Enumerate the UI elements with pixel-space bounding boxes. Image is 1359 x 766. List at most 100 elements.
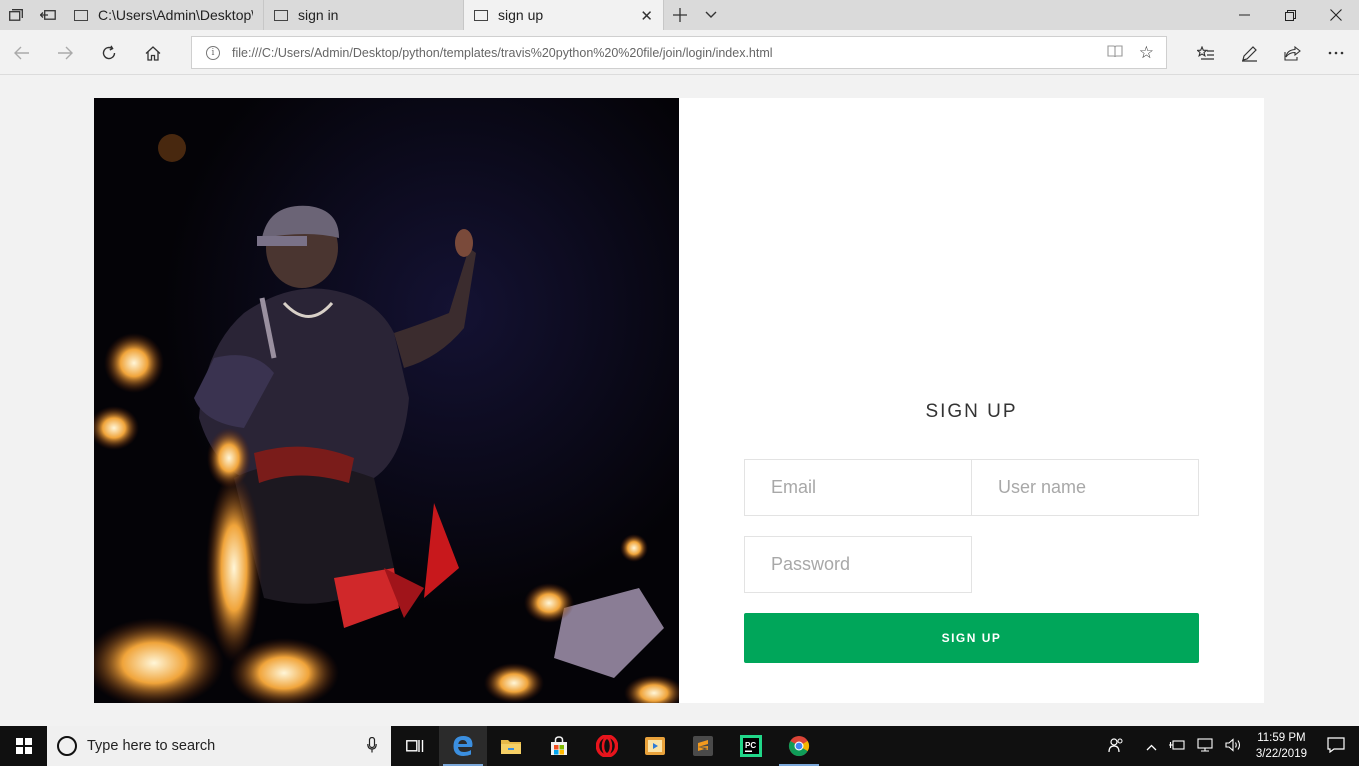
close-window-button[interactable]: [1313, 0, 1359, 30]
minimize-icon: [1238, 14, 1250, 16]
search-placeholder: Type here to search: [87, 738, 216, 754]
back-button[interactable]: [8, 39, 36, 67]
task-view-button[interactable]: [391, 726, 439, 766]
microphone-icon[interactable]: [367, 736, 377, 756]
more-dots-icon: [1328, 51, 1344, 55]
signup-form: SIGN UP SIGN UP: [744, 98, 1199, 703]
edge-browser-icon: [453, 736, 473, 756]
page-icon: [74, 9, 88, 21]
notification-bubble-icon: [1327, 736, 1345, 753]
network-icon[interactable]: [1197, 737, 1213, 755]
windows-logo-icon: [15, 738, 32, 754]
svg-text:PC: PC: [745, 741, 756, 750]
sublime-text-taskbar-icon[interactable]: [679, 726, 727, 766]
address-bar[interactable]: i file:///C:/Users/Admin/Desktop/python/…: [191, 36, 1167, 69]
system-clock[interactable]: 11:59 PM 3/22/2019: [1256, 730, 1307, 762]
reading-view-icon[interactable]: [1107, 44, 1123, 61]
folder-icon: [501, 740, 521, 754]
username-field[interactable]: [971, 459, 1199, 516]
page-icon: [474, 9, 488, 21]
signup-title: SIGN UP: [925, 401, 1018, 422]
browser-navigation-bar: i file:///C:/Users/Admin/Desktop/python/…: [0, 30, 1359, 75]
tab-manager-button[interactable]: [0, 0, 32, 30]
username-input[interactable]: [998, 477, 1198, 498]
minimize-button[interactable]: [1221, 0, 1267, 30]
hero-photo: [94, 98, 679, 703]
signup-card: SIGN UP SIGN UP: [94, 98, 1264, 703]
media-player-taskbar-icon[interactable]: [631, 726, 679, 766]
close-icon: [1330, 9, 1342, 21]
favorites-hub-button[interactable]: [1192, 39, 1220, 67]
people-shape-icon: [1108, 737, 1123, 752]
email-input[interactable]: [771, 477, 971, 498]
back-arrow-icon: [14, 46, 29, 60]
book-icon: [1107, 44, 1123, 57]
concert-performer-image: [94, 98, 679, 703]
forward-arrow-icon: [58, 46, 73, 60]
share-icon: [1283, 45, 1301, 61]
sublime-text-icon: [693, 736, 713, 756]
taskbar-search-box[interactable]: Type here to search: [47, 726, 391, 766]
store-bag-icon: [551, 736, 567, 755]
home-icon: [145, 45, 161, 61]
email-field[interactable]: [744, 459, 972, 516]
signup-button[interactable]: SIGN UP: [744, 613, 1199, 663]
page-icon: [274, 9, 288, 21]
share-button[interactable]: [1278, 39, 1306, 67]
set-aside-icon: [40, 10, 56, 20]
refresh-icon: [102, 45, 116, 60]
clock-time: 11:59 PM: [1257, 732, 1306, 744]
tab-title: C:\Users\Admin\Desktop\py: [98, 7, 253, 23]
tab-sign-in[interactable]: sign in: [264, 0, 464, 30]
opera-taskbar-icon[interactable]: [583, 726, 631, 766]
system-tray: 11:59 PM 3/22/2019: [1102, 726, 1359, 766]
chrome-taskbar-icon[interactable]: [775, 726, 823, 766]
window-controls: [1221, 0, 1359, 30]
tab-title: sign up: [498, 7, 544, 23]
start-button[interactable]: [0, 726, 47, 766]
tab-sign-up[interactable]: sign up ✕: [464, 0, 664, 30]
restore-button[interactable]: [1267, 0, 1313, 30]
pen-icon: [1241, 45, 1257, 62]
task-view-icon: [406, 740, 424, 752]
edge-taskbar-icon[interactable]: [439, 726, 487, 766]
restore-icon: [1284, 9, 1296, 21]
new-tab-button[interactable]: [664, 0, 696, 30]
store-taskbar-icon[interactable]: [535, 726, 583, 766]
speaker-icon: [1225, 737, 1240, 752]
mic-shape-icon: [367, 736, 377, 752]
chevron-down-icon: [705, 11, 717, 18]
battery-plug-icon: [1168, 739, 1185, 750]
forward-button[interactable]: [51, 39, 79, 67]
web-note-button[interactable]: [1235, 39, 1263, 67]
info-icon[interactable]: i: [206, 45, 220, 60]
tab-title: sign in: [298, 7, 339, 23]
battery-icon[interactable]: [1168, 739, 1185, 754]
action-center-icon[interactable]: [1327, 736, 1345, 756]
chevron-up-icon: [1146, 744, 1157, 750]
pycharm-icon: PC: [740, 735, 762, 757]
windows-taskbar: Type here to search PC 11:59 PM 3/22/201…: [0, 726, 1359, 766]
password-input[interactable]: [771, 554, 971, 575]
refresh-button[interactable]: [95, 39, 123, 67]
volume-icon[interactable]: [1225, 737, 1242, 755]
people-icon[interactable]: [1108, 737, 1124, 756]
home-button[interactable]: [139, 39, 167, 67]
password-field[interactable]: [744, 536, 972, 593]
tab-preview-button[interactable]: [696, 0, 726, 30]
favorite-star-icon[interactable]: ☆: [1139, 43, 1154, 63]
network-monitor-icon: [1197, 737, 1213, 752]
more-menu-button[interactable]: [1322, 39, 1350, 67]
tab-file-explorer[interactable]: C:\Users\Admin\Desktop\py: [64, 0, 264, 30]
show-hidden-icons-chevron-icon[interactable]: [1146, 739, 1157, 754]
file-explorer-taskbar-icon[interactable]: [487, 726, 535, 766]
favorites-list-icon: [1197, 45, 1214, 60]
clock-date: 3/22/2019: [1255, 748, 1307, 760]
close-tab-icon[interactable]: ✕: [640, 7, 653, 25]
browser-tab-bar: C:\Users\Admin\Desktop\py sign in sign u…: [0, 0, 1359, 30]
pycharm-taskbar-icon[interactable]: PC: [727, 726, 775, 766]
url-text[interactable]: file:///C:/Users/Admin/Desktop/python/te…: [232, 46, 1107, 60]
media-player-icon: [645, 737, 665, 755]
plus-icon: [673, 8, 687, 22]
set-tabs-aside-button[interactable]: [32, 0, 64, 30]
